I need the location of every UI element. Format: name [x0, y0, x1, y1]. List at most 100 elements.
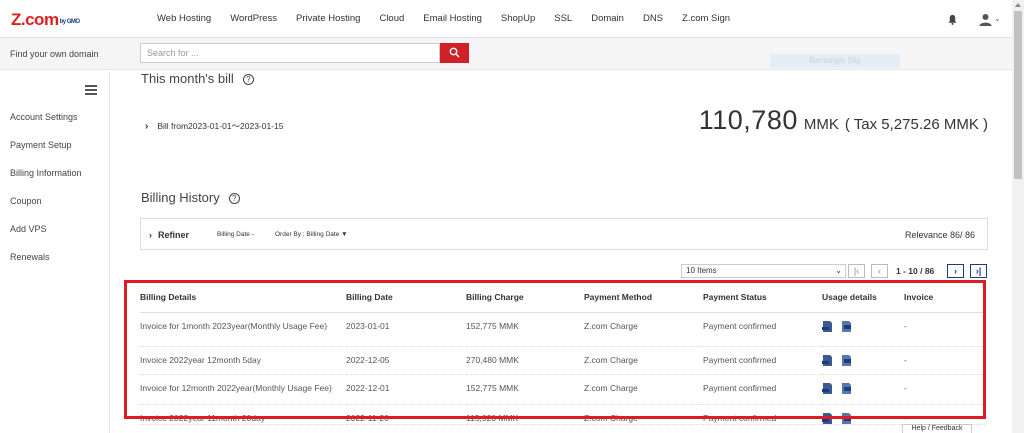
- monthly-bill-heading: This month's bill?: [141, 71, 254, 86]
- last-page-button[interactable]: ›|: [970, 264, 987, 278]
- nav-web-hosting[interactable]: Web Hosting: [157, 13, 211, 24]
- main-content: This month's bill? › Bill from2023-01-01～…: [111, 71, 1012, 433]
- sidebar-item-coupon[interactable]: Coupon: [10, 196, 42, 206]
- billing-date: 2022-12-01: [346, 374, 466, 405]
- sidebar-item-renewals[interactable]: Renewals: [10, 252, 50, 262]
- help-feedback-button[interactable]: Help / Feedback: [902, 424, 972, 433]
- sidebar-item-billing-information[interactable]: Billing Information: [10, 168, 82, 178]
- bill-period-row[interactable]: › Bill from2023-01-01～2023-01-15: [145, 120, 284, 132]
- col-payment-status: Payment Status: [703, 283, 822, 313]
- sidebar-item-payment-setup[interactable]: Payment Setup: [10, 140, 72, 150]
- usage-details: [822, 374, 904, 405]
- pdf-icon[interactable]: [822, 382, 833, 394]
- nav-zcom-sign[interactable]: Z.com Sign: [682, 13, 730, 24]
- pdf-icon[interactable]: [822, 320, 833, 332]
- zcom-logo[interactable]: Z.comby GMO: [11, 10, 80, 30]
- items-per-page-value: 10 Items: [686, 266, 717, 275]
- usage-details: [822, 312, 904, 347]
- billing-charge: 152,775 MMK: [466, 374, 584, 405]
- order-by-select[interactable]: Order By : Billing Date ▼: [275, 231, 348, 238]
- nav-wordpress[interactable]: WordPress: [230, 13, 277, 24]
- scroll-up-icon[interactable]: [1015, 3, 1021, 7]
- col-invoice: Invoice: [904, 283, 985, 313]
- refiner-toggle[interactable]: › Refiner: [149, 230, 189, 240]
- csv-icon[interactable]: [841, 382, 852, 394]
- monthly-bill-title: This month's bill: [141, 71, 234, 86]
- find-domain-label: Find your own domain: [10, 49, 99, 59]
- col-usage-details: Usage details: [822, 283, 904, 313]
- csv-icon[interactable]: [841, 354, 852, 366]
- billing-charge: 115,920 MMK: [466, 404, 584, 425]
- billing-details: Invoice 2022year 12month 5day: [140, 346, 346, 375]
- payment-status: Payment confirmed: [703, 346, 822, 375]
- payment-method: Z.com Charge: [584, 346, 703, 375]
- sidebar: Account Settings Payment Setup Billing I…: [0, 71, 110, 433]
- nav-dns[interactable]: DNS: [643, 13, 663, 24]
- menu-icon[interactable]: [85, 85, 97, 95]
- search-icon: [449, 47, 460, 58]
- banner-slip: Rectangle Slip: [770, 54, 900, 68]
- refiner-panel[interactable]: › Refiner Billing Date - Order By : Billi…: [140, 218, 988, 250]
- sidebar-item-account-settings[interactable]: Account Settings: [10, 112, 78, 122]
- billing-date-filter[interactable]: Billing Date -: [217, 231, 254, 238]
- user-icon: [979, 14, 992, 26]
- usage-details: [822, 404, 904, 425]
- billing-charge: 270,480 MMK: [466, 346, 584, 375]
- chevron-down-icon: ⌄: [835, 266, 842, 275]
- table-row: Invoice for 1month 2023year(Monthly Usag…: [140, 312, 985, 347]
- payment-method: Z.com Charge: [584, 312, 703, 347]
- user-menu[interactable]: ⌄: [979, 13, 1001, 26]
- items-per-page-select[interactable]: 10 Items ⌄: [681, 264, 846, 278]
- help-icon[interactable]: ?: [242, 74, 254, 85]
- billing-history-table: Billing Details Billing Date Billing Cha…: [140, 283, 985, 425]
- bill-amount-unit: MMK: [803, 116, 839, 133]
- scrollbar-thumb[interactable]: [1014, 11, 1022, 179]
- table-row: Invoice for 12month 2022year(Monthly Usa…: [140, 374, 985, 405]
- help-icon[interactable]: ?: [228, 193, 240, 204]
- payment-status: Payment confirmed: [703, 404, 822, 425]
- nav-shopup[interactable]: ShopUp: [501, 13, 535, 24]
- col-billing-date: Billing Date: [346, 283, 466, 313]
- pdf-icon[interactable]: [822, 412, 833, 424]
- bill-period: Bill from2023-01-01～2023-01-15: [157, 121, 284, 131]
- payment-status: Payment confirmed: [703, 312, 822, 347]
- col-payment-method: Payment Method: [584, 283, 703, 313]
- billing-history-title: Billing History: [141, 190, 220, 205]
- search-button[interactable]: [440, 43, 469, 63]
- invoice: -: [904, 404, 985, 425]
- usage-details: [822, 346, 904, 375]
- billing-date: 2022-12-05: [346, 346, 466, 375]
- nav-cloud[interactable]: Cloud: [379, 13, 404, 24]
- search-input[interactable]: Search for ...: [140, 43, 440, 63]
- logo-suffix: by GMO: [59, 19, 81, 25]
- nav-ssl[interactable]: SSL: [554, 13, 572, 24]
- next-page-button[interactable]: ›: [947, 264, 964, 278]
- chevron-right-icon: ›: [149, 230, 152, 240]
- billing-details: Invoice for 1month 2023year(Monthly Usag…: [140, 312, 346, 347]
- nav-email-hosting[interactable]: Email Hosting: [423, 13, 482, 24]
- csv-icon[interactable]: [841, 412, 852, 424]
- first-page-button[interactable]: |‹: [848, 264, 865, 278]
- billing-charge: 152,775 MMK: [466, 312, 584, 347]
- payment-method: Z.com Charge: [584, 374, 703, 405]
- csv-icon[interactable]: [841, 320, 852, 332]
- nav-private-hosting[interactable]: Private Hosting: [296, 13, 360, 24]
- relevance-count: Relevance 86/ 86: [904, 230, 975, 240]
- bill-tax: ( Tax 5,275.26 MMK ): [844, 116, 988, 133]
- bill-amount-value: 110,780: [698, 105, 798, 135]
- bell-icon[interactable]: [947, 14, 958, 25]
- prev-page-button[interactable]: ‹: [871, 264, 888, 278]
- refiner-label: Refiner: [158, 230, 190, 240]
- top-navigation: Z.comby GMO Web Hosting WordPress Privat…: [0, 0, 1012, 38]
- page-scrollbar[interactable]: [1012, 0, 1024, 433]
- chevron-down-icon: ⌄: [994, 14, 1001, 23]
- chevron-right-icon: ›: [145, 121, 149, 132]
- sidebar-item-add-vps[interactable]: Add VPS: [10, 224, 47, 234]
- nav-domain[interactable]: Domain: [591, 13, 624, 24]
- invoice: -: [904, 346, 985, 375]
- main-nav: Web Hosting WordPress Private Hosting Cl…: [157, 13, 749, 24]
- logo-text: Z.com: [11, 10, 59, 29]
- billing-details: Invoice 2022year 11month 20day: [140, 404, 346, 425]
- table-row: Invoice 2022year 11month 20day 2022-11-2…: [140, 404, 985, 425]
- pdf-icon[interactable]: [822, 354, 833, 366]
